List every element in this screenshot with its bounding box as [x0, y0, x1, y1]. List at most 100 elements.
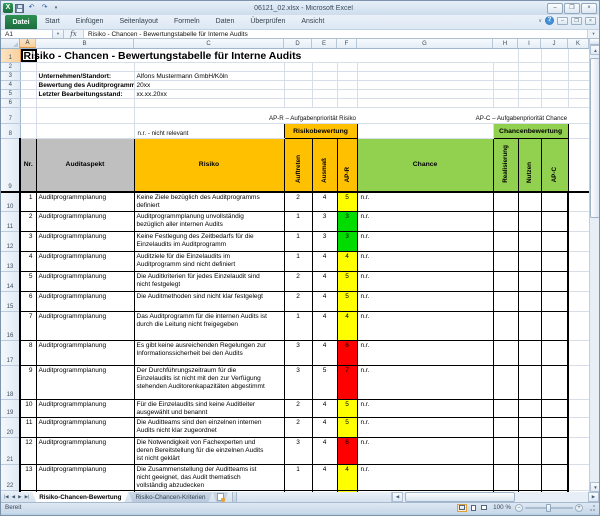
row-header[interactable]: 2 — [1, 63, 20, 72]
column-header-i[interactable]: I — [518, 39, 541, 48]
cell[interactable] — [357, 63, 493, 72]
cell[interactable] — [284, 81, 312, 90]
cell[interactable] — [312, 81, 337, 90]
row-header[interactable]: 8 — [1, 124, 20, 139]
cell[interactable] — [357, 99, 493, 108]
cell-realisierung[interactable] — [493, 212, 518, 232]
cell-nr[interactable]: 4 — [20, 252, 36, 272]
cell[interactable] — [20, 90, 36, 99]
cell-nr[interactable]: 9 — [20, 366, 36, 400]
cell-apr[interactable]: 7 — [337, 366, 357, 400]
zoom-handle[interactable] — [546, 504, 551, 512]
insert-function-icon[interactable]: fx — [64, 30, 84, 38]
row-header[interactable]: 10 — [1, 192, 20, 212]
cell[interactable] — [36, 108, 134, 124]
cell[interactable] — [284, 99, 312, 108]
cell[interactable] — [357, 81, 493, 90]
cell-group-risikobewertung[interactable]: Risikobewertung — [284, 124, 357, 139]
cell-nutzen[interactable] — [518, 272, 541, 292]
cell-risiko[interactable]: Die Auditteams sind den einzelnen intern… — [134, 418, 284, 438]
cell-nr[interactable]: 10 — [20, 400, 36, 418]
header-apr[interactable]: AP-R — [337, 139, 357, 192]
cell[interactable] — [357, 90, 493, 99]
cell[interactable] — [568, 400, 589, 418]
header-chance[interactable]: Chance — [357, 139, 493, 192]
cell[interactable] — [337, 63, 357, 72]
cell-apc[interactable] — [541, 212, 568, 232]
cell-apc[interactable] — [541, 252, 568, 272]
cell[interactable] — [541, 49, 568, 63]
row-header[interactable]: 22 — [1, 465, 20, 491]
cell[interactable] — [568, 212, 589, 232]
cell-apr[interactable]: 4 — [337, 252, 357, 272]
cell-auditaspekt[interactable]: Auditprogrammplanung — [36, 272, 134, 292]
zoom-track[interactable] — [525, 507, 573, 509]
cell[interactable] — [568, 272, 589, 292]
tab-ansicht[interactable]: Ansicht — [293, 15, 332, 29]
cell-nr[interactable]: 2 — [20, 212, 36, 232]
column-header-c[interactable]: C — [134, 39, 284, 48]
cell-risiko[interactable]: Das Auditprogramm für die internen Audit… — [134, 312, 284, 341]
cell[interactable] — [20, 81, 36, 90]
cell-nutzen[interactable] — [518, 418, 541, 438]
cell-apr[interactable]: 3 — [337, 212, 357, 232]
cell-auditaspekt[interactable]: Auditprogrammplanung — [36, 252, 134, 272]
cell[interactable] — [312, 63, 337, 72]
cell[interactable] — [20, 63, 36, 72]
cell-auditaspekt[interactable]: Auditprogrammplanung — [36, 438, 134, 465]
cell[interactable] — [568, 438, 589, 465]
cell-auditaspekt[interactable]: Auditprogrammplanung — [36, 312, 134, 341]
cell-nr[interactable]: 5 — [20, 272, 36, 292]
tab-ueberpruefen[interactable]: Überprüfen — [242, 15, 293, 29]
cell-info-label[interactable]: Bewertung des Auditprogramms: — [36, 81, 134, 90]
column-header-g[interactable]: G — [357, 39, 493, 48]
cell-legend-apr[interactable]: AP-R – Aufgabenpriorität Risiko — [134, 108, 357, 124]
cell[interactable] — [284, 72, 312, 81]
cell[interactable] — [337, 90, 357, 99]
cell-risiko[interactable]: Die Auditmethoden sind nicht klar festge… — [134, 292, 284, 312]
cell-nutzen[interactable] — [518, 341, 541, 366]
cell[interactable] — [20, 99, 36, 108]
cell-chance[interactable]: n.r. — [357, 212, 493, 232]
cell[interactable] — [20, 108, 36, 124]
page-break-view-icon[interactable] — [479, 504, 489, 512]
cell-auftreten[interactable]: 3 — [284, 341, 312, 366]
cell-ausmass[interactable]: 4 — [312, 465, 337, 491]
scroll-right-icon[interactable]: ▶ — [588, 492, 599, 502]
cell-apc[interactable] — [541, 438, 568, 465]
undo-button[interactable]: ↶ — [26, 3, 37, 13]
next-sheet-icon[interactable]: ▶ — [18, 494, 21, 500]
cell-nutzen[interactable] — [518, 252, 541, 272]
cell[interactable] — [518, 99, 541, 108]
expand-formula-bar-icon[interactable]: ▾ — [587, 30, 599, 38]
tab-formeln[interactable]: Formeln — [166, 15, 208, 29]
cell-ausmass[interactable]: 3 — [312, 212, 337, 232]
column-header-k[interactable]: K — [568, 39, 589, 48]
cell-realisierung[interactable] — [493, 232, 518, 252]
cell-risiko[interactable]: Die Zusammenstellung der Auditteams ist … — [134, 465, 284, 491]
cell-risiko[interactable]: Auditprogrammplanung unvollständig bezüg… — [134, 212, 284, 232]
horizontal-scroll-thumb[interactable] — [405, 492, 515, 502]
cell-auditaspekt[interactable]: Auditprogrammplanung — [36, 366, 134, 400]
cell-nr[interactable]: 8 — [20, 341, 36, 366]
cell-apr[interactable]: 5 — [337, 192, 357, 212]
cell-auditaspekt[interactable]: Auditprogrammplanung — [36, 400, 134, 418]
cell-risiko[interactable]: Für die Einzelaudits sind keine Auditlei… — [134, 400, 284, 418]
cell[interactable] — [568, 81, 589, 90]
cell-risiko[interactable]: Auditziele für die Einzelaudits im Audit… — [134, 252, 284, 272]
cell-note[interactable]: n.r. - nicht relevant — [134, 124, 284, 139]
row-header[interactable]: 17 — [1, 341, 20, 366]
cell-apc[interactable] — [541, 272, 568, 292]
resize-grip[interactable] — [587, 504, 595, 512]
cell[interactable] — [568, 99, 589, 108]
cell[interactable] — [36, 63, 134, 72]
zoom-out-icon[interactable]: − — [515, 504, 523, 512]
cell-nutzen[interactable] — [518, 312, 541, 341]
cell[interactable] — [337, 81, 357, 90]
cell[interactable] — [493, 63, 518, 72]
sheet-tab-risiko-chancen-kriterien[interactable]: Risiko-Chancen-Kriterien — [128, 492, 212, 502]
last-sheet-icon[interactable]: ▶| — [25, 494, 30, 500]
cell[interactable] — [568, 252, 589, 272]
cell-auftreten[interactable]: 1 — [284, 465, 312, 491]
cell[interactable] — [518, 49, 541, 63]
